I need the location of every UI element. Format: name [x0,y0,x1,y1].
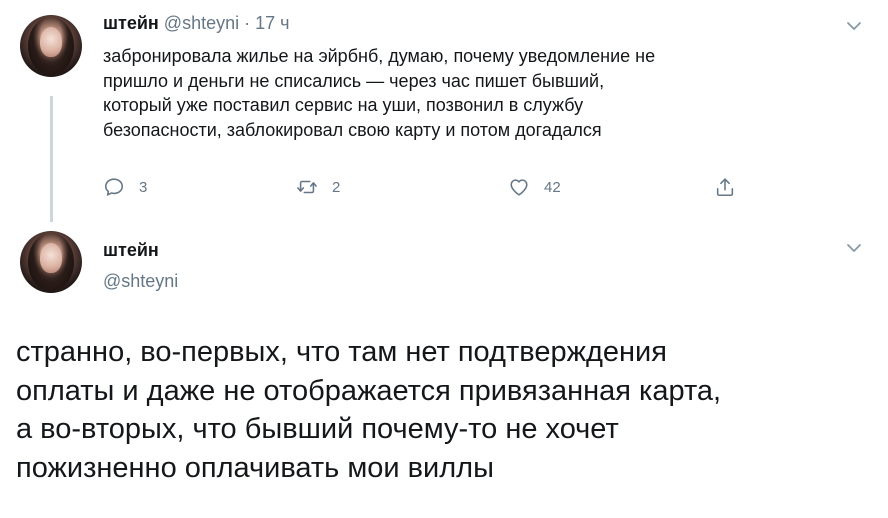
avatar-face [40,243,62,273]
display-name[interactable]: штейн [103,240,159,261]
avatar-face [40,27,62,57]
tweet-text: забронировала жилье на эйрбнб, думаю, по… [103,44,863,142]
separator-dot: · [244,13,251,33]
reply-button[interactable]: 3 [103,174,147,200]
retweet-icon [297,180,317,194]
tweet-text-line: который уже поставил сервис на уши, позв… [103,95,584,115]
share-button[interactable] [714,174,750,200]
timestamp[interactable]: 17 ч [255,13,289,33]
retweet-count: 2 [332,178,341,196]
thread-connector-line [50,96,53,222]
chevron-down-icon[interactable] [846,20,862,32]
tweet-header: штейн @shteyni · 17 ч [103,13,290,34]
tweet-text-expanded: странно, во-первых, что там нет подтверж… [16,333,876,487]
tweet-text-line: забронировала жилье на эйрбнб, думаю, по… [103,46,656,66]
avatar[interactable] [20,231,82,293]
chevron-down-icon[interactable] [846,242,862,254]
tweet-text-line: оплаты и даже не отображается привязанна… [16,374,722,407]
like-count: 42 [544,178,561,196]
share-icon [716,178,734,197]
user-handle[interactable]: @shteyni [103,271,178,292]
like-button[interactable]: 42 [508,174,561,200]
tweet-text-line: пришло и деньги не списались — через час… [103,70,605,91]
tweet-actions: 3 2 42 [103,174,763,200]
retweet-button[interactable]: 2 [296,174,340,200]
avatar[interactable] [20,15,82,77]
reply-count: 3 [139,178,148,196]
reply-icon [104,178,124,196]
like-icon [510,179,528,196]
tweet-text-line: а во-вторых, что бывший почему-то не хоч… [16,413,619,445]
user-handle[interactable]: @shteyni [164,13,239,33]
tweet-text-line: безопасности, заблокировал свою карту и … [103,119,602,140]
display-name[interactable]: штейн [103,13,159,33]
tweet-text-line: странно, во-первых, что там нет подтверж… [16,336,667,368]
tweet-text-line: пожизненно оплачивать мои виллы [16,451,494,484]
